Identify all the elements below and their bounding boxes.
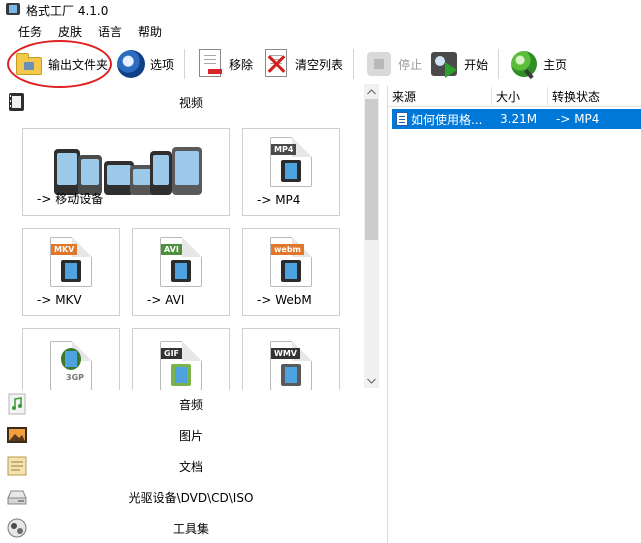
title-bar: 格式工厂 4.1.0 xyxy=(0,0,641,20)
output-folder-label: 输出文件夹 xyxy=(48,57,109,72)
category-document-label: 文档 xyxy=(178,459,203,474)
category-optical-label: 光驱设备\DVD\CD\ISO xyxy=(128,490,254,505)
gif-badge: GIF xyxy=(161,348,183,359)
options-label: 选项 xyxy=(150,57,175,72)
video-format-grid: -> 移动设备 MP4 -> MP4 MKV -> MKV AVI -> AVI xyxy=(0,118,366,390)
avi-badge: AVI xyxy=(161,244,182,255)
category-picture-label: 图片 xyxy=(178,428,203,443)
menu-help[interactable]: 帮助 xyxy=(130,23,170,40)
menu-bar: 任务 皮肤 语言 帮助 xyxy=(0,22,170,40)
tile-wmv[interactable]: WMV xyxy=(242,328,340,390)
toolbar-separator xyxy=(184,49,186,79)
task-table-header: 来源 大小 转换状态 xyxy=(388,87,641,107)
mobile-devices-icon xyxy=(46,139,206,195)
globe-icon xyxy=(509,49,539,79)
remove-button[interactable]: 移除 xyxy=(191,44,257,84)
category-audio[interactable]: 音频 xyxy=(0,390,382,418)
wmv-badge: WMV xyxy=(271,348,300,359)
home-label: 主页 xyxy=(543,57,568,72)
start-label: 开始 xyxy=(464,57,489,72)
window-title: 格式工厂 4.1.0 xyxy=(26,3,109,18)
category-video[interactable]: 视频 xyxy=(0,88,382,116)
3gp-badge: 3GP xyxy=(66,373,84,382)
wmv-file-icon: WMV xyxy=(270,341,312,390)
category-document[interactable]: 文档 xyxy=(0,452,382,480)
category-video-label: 视频 xyxy=(178,95,203,110)
folder-icon xyxy=(14,49,44,79)
mp4-file-icon: MP4 xyxy=(270,137,312,187)
home-button[interactable]: 主页 xyxy=(505,44,571,84)
row-source: 如何使用格... xyxy=(411,112,483,127)
tile-mobile-device[interactable]: -> 移动设备 xyxy=(22,128,230,216)
table-row[interactable]: 如何使用格... 3.21M -> MP4 xyxy=(392,109,641,129)
toolbar-separator xyxy=(353,49,355,79)
clear-list-icon xyxy=(261,49,291,79)
stop-label: 停止 xyxy=(398,57,423,72)
start-icon xyxy=(430,49,460,79)
mkv-badge: MKV xyxy=(51,244,78,255)
tile-mobile-device-label: -> 移动设备 xyxy=(37,192,104,206)
remove-label: 移除 xyxy=(229,57,254,72)
remove-icon xyxy=(195,49,225,79)
webm-file-icon: webm xyxy=(270,237,312,287)
tile-mkv[interactable]: MKV -> MKV xyxy=(22,228,120,316)
stop-icon xyxy=(364,49,394,79)
format-grid-scrollbar[interactable] xyxy=(364,84,379,388)
clear-list-button[interactable]: 清空列表 xyxy=(257,44,347,84)
menu-skin[interactable]: 皮肤 xyxy=(50,23,90,40)
video-file-icon xyxy=(396,112,408,126)
tile-mkv-label: -> MKV xyxy=(37,293,82,307)
3gp-file-icon: 3GP xyxy=(50,341,92,390)
avi-file-icon: AVI xyxy=(160,237,202,287)
tile-mp4[interactable]: MP4 -> MP4 xyxy=(242,128,340,216)
menu-task[interactable]: 任务 xyxy=(10,23,50,40)
tile-avi-label: -> AVI xyxy=(147,293,185,307)
tile-gif[interactable]: GIF xyxy=(132,328,230,390)
tile-webm-label: -> WebM xyxy=(257,293,312,307)
category-tools-label: 工具集 xyxy=(172,521,209,536)
column-source[interactable]: 来源 xyxy=(388,87,492,107)
start-button[interactable]: 开始 xyxy=(426,44,492,84)
options-button[interactable]: 选项 xyxy=(112,44,178,84)
mp4-badge: MP4 xyxy=(271,144,297,155)
scroll-thumb[interactable] xyxy=(365,99,378,240)
clear-list-label: 清空列表 xyxy=(295,57,344,72)
options-icon xyxy=(116,49,146,79)
category-audio-label: 音频 xyxy=(178,397,203,412)
scroll-down-arrow-icon[interactable] xyxy=(364,373,379,388)
tile-webm[interactable]: webm -> WebM xyxy=(242,228,340,316)
column-status[interactable]: 转换状态 xyxy=(548,87,641,107)
tile-3gp[interactable]: 3GP xyxy=(22,328,120,390)
tile-mp4-label: -> MP4 xyxy=(257,193,301,207)
column-size[interactable]: 大小 xyxy=(492,87,548,107)
menu-language[interactable]: 语言 xyxy=(90,23,130,40)
row-size: 3.21M xyxy=(500,112,538,126)
output-folder-button[interactable]: 输出文件夹 xyxy=(10,44,112,84)
category-panel: 视频 -> 移动设备 MP4 -> MP4 MKV -> MKV AVI -> … xyxy=(0,88,382,543)
task-list-panel: 来源 大小 转换状态 如何使用格... 3.21M -> MP4 xyxy=(387,86,641,543)
category-tools[interactable]: 工具集 xyxy=(0,514,382,542)
scroll-up-arrow-icon[interactable] xyxy=(364,84,379,99)
stop-button[interactable]: 停止 xyxy=(360,44,426,84)
category-optical[interactable]: 光驱设备\DVD\CD\ISO xyxy=(0,483,382,511)
webm-badge: webm xyxy=(271,244,304,255)
category-picture[interactable]: 图片 xyxy=(0,421,382,449)
row-status: -> MP4 xyxy=(556,112,600,126)
toolbar-separator xyxy=(498,49,500,79)
gif-file-icon: GIF xyxy=(160,341,202,390)
toolbar: 输出文件夹 选项 移除 清空列表 停止 开始 主页 xyxy=(0,42,641,86)
mkv-file-icon: MKV xyxy=(50,237,92,287)
tile-avi[interactable]: AVI -> AVI xyxy=(132,228,230,316)
app-icon xyxy=(6,3,20,17)
